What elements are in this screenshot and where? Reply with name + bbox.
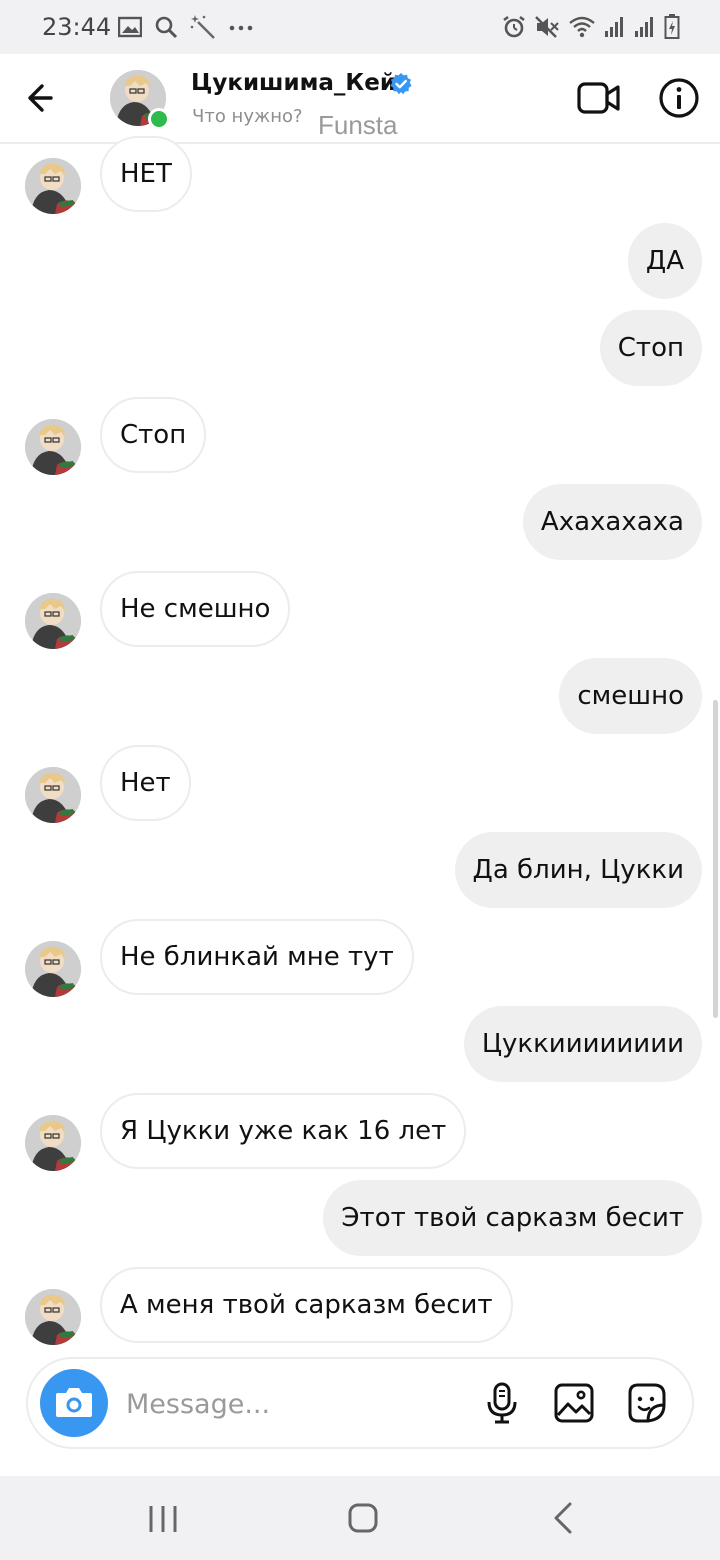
wifi-icon: [569, 16, 595, 38]
sender-avatar[interactable]: [25, 419, 81, 475]
search-icon: [155, 16, 178, 39]
microphone-icon[interactable]: [480, 1381, 524, 1425]
incoming-message[interactable]: Нет: [100, 745, 191, 821]
mute-icon: [535, 16, 559, 38]
sender-avatar[interactable]: [25, 593, 81, 649]
gallery-icon[interactable]: [552, 1381, 596, 1425]
sender-avatar[interactable]: [25, 158, 81, 214]
camera-icon: [56, 1388, 92, 1417]
image-icon: [118, 16, 142, 38]
contact-name[interactable]: Цукишима_Кей: [191, 70, 396, 96]
chat-screen: 23:44 Цукишима_Кей Что нужно? Funsta НЕТ…: [0, 0, 720, 1560]
outgoing-message[interactable]: ДА: [627, 223, 702, 299]
contact-tag: Funsta: [318, 110, 398, 140]
outgoing-message[interactable]: смешно: [559, 658, 702, 734]
contact-status: Что нужно?: [192, 106, 303, 127]
sender-avatar[interactable]: [25, 941, 81, 997]
status-time: 23:44: [42, 13, 112, 41]
incoming-message[interactable]: Не блинкай мне тут: [100, 919, 414, 995]
magic-wand-icon: [190, 15, 215, 39]
outgoing-message[interactable]: Цуккииииииии: [463, 1006, 702, 1082]
verified-badge-icon: [390, 73, 412, 95]
sender-avatar[interactable]: [25, 1115, 81, 1171]
recent-apps-icon[interactable]: [146, 1502, 180, 1536]
incoming-message[interactable]: НЕТ: [100, 136, 192, 212]
system-back-icon[interactable]: [548, 1500, 580, 1536]
sticker-icon[interactable]: [624, 1381, 668, 1425]
message-composer: [26, 1357, 694, 1449]
incoming-message[interactable]: Не смешно: [100, 571, 291, 647]
sender-avatar[interactable]: [25, 1289, 81, 1345]
message-input[interactable]: [126, 1379, 456, 1429]
home-icon[interactable]: [345, 1500, 381, 1536]
alarm-icon: [503, 15, 525, 38]
status-bar: 23:44: [0, 0, 720, 54]
more-dots-icon: [229, 25, 253, 31]
scrollbar[interactable]: [713, 700, 718, 1018]
incoming-message[interactable]: Стоп: [100, 397, 207, 473]
info-icon[interactable]: [657, 76, 701, 120]
battery-icon: [664, 14, 680, 39]
sender-avatar[interactable]: [25, 767, 81, 823]
outgoing-message[interactable]: Этот твой сарказм бесит: [323, 1180, 702, 1256]
signal-icon: [605, 17, 623, 37]
outgoing-message[interactable]: Ахахахаха: [522, 484, 702, 560]
signal-icon: [635, 17, 653, 37]
outgoing-message[interactable]: Да блин, Цукки: [454, 832, 702, 908]
incoming-message[interactable]: Я Цукки уже как 16 лет: [100, 1093, 467, 1169]
system-nav-bar: [0, 1476, 720, 1560]
camera-button[interactable]: [40, 1369, 108, 1437]
online-indicator: [148, 108, 170, 130]
back-arrow-icon[interactable]: [22, 76, 66, 120]
outgoing-message[interactable]: Стоп: [599, 310, 702, 386]
chat-header: Цукишима_Кей Что нужно? Funsta: [0, 54, 720, 144]
contact-avatar[interactable]: [110, 70, 170, 130]
incoming-message[interactable]: А меня твой сарказм бесит: [100, 1267, 513, 1343]
video-call-icon[interactable]: [576, 78, 622, 118]
